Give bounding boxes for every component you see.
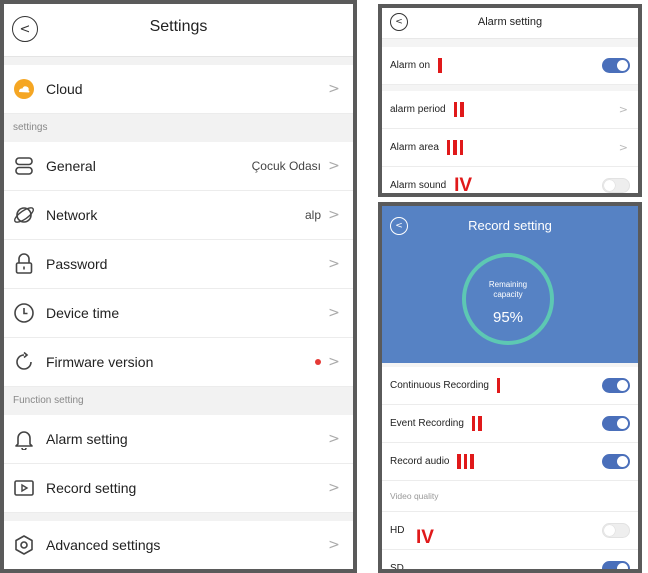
settings-header: < Settings [4,4,353,57]
lock-icon [13,253,35,275]
update-dot [315,359,321,365]
marker-III [446,140,467,155]
alarm-header: < Alarm setting [382,8,638,39]
device-time-label: Device time [46,305,120,321]
alarm-on-label: Alarm on [390,60,431,71]
chevron-right-icon: > [618,103,628,116]
network-row[interactable]: Network alp > [4,191,353,240]
general-list-icon [13,155,35,177]
marker-II [471,416,485,431]
record-audio-label: Record audio [390,456,450,467]
spacer [382,39,638,47]
event-recording-label: Event Recording [390,418,464,429]
continuous-recording-row[interactable]: Continuous Recording [382,367,638,405]
alarm-setting-label: Alarm setting [46,431,128,447]
network-value: alp [304,208,321,222]
record-audio-row[interactable]: Record audio [382,443,638,481]
cloud-row[interactable]: Cloud > [4,65,353,114]
general-value: Çocuk Odası [251,159,321,173]
chevron-right-icon: > [328,256,340,272]
clock-icon [13,302,35,324]
advanced-label: Advanced settings [46,537,161,553]
bell-icon [13,428,35,450]
alarm-on-row[interactable]: Alarm on [382,47,638,85]
marker-IV: IV [416,527,434,548]
alarm-on-toggle[interactable] [602,58,630,73]
settings-panel: < Settings Cloud > settings General Çocu… [0,0,357,573]
hd-toggle[interactable] [602,523,630,538]
marker-II [453,102,467,117]
alarm-title: Alarm setting [477,16,543,28]
remaining-label-1: Remaining [488,280,528,289]
alarm-setting-panel: < Alarm setting Alarm on alarm period > … [378,4,642,197]
firmware-label: Firmware version [46,354,154,370]
capacity-ring: Remaining capacity 95% [462,253,554,345]
password-label: Password [46,256,108,272]
advanced-settings-row[interactable]: Advanced settings > [4,521,353,569]
password-row[interactable]: Password > [4,240,353,289]
hd-label: HD [390,525,405,536]
spacer [4,513,353,521]
sd-label: SD [390,563,404,573]
sd-toggle[interactable] [602,561,630,569]
general-label: General [46,158,96,174]
alarm-period-label: alarm period [390,104,446,115]
sd-row[interactable]: SD [382,550,638,573]
event-recording-toggle[interactable] [602,416,630,431]
network-label: Network [46,207,98,223]
chevron-right-icon: > [328,207,340,223]
spacer [4,57,353,65]
chevron-right-icon: > [328,537,340,553]
chevron-right-icon: > [328,158,340,174]
chevron-right-icon: > [328,354,340,370]
alarm-setting-row[interactable]: Alarm setting > [4,415,353,464]
record-audio-toggle[interactable] [602,454,630,469]
continuous-recording-toggle[interactable] [602,378,630,393]
page-title: Settings [149,18,208,35]
chevron-right-icon: > [328,431,340,447]
cloud-icon [13,78,35,100]
marker-I [438,58,445,73]
event-recording-row[interactable]: Event Recording [382,405,638,443]
continuous-recording-label: Continuous Recording [390,380,489,391]
refresh-icon [13,351,35,373]
record-header: < Record setting Remaining capacity 95% [382,206,638,363]
section-settings: settings [4,114,353,142]
alarm-area-label: Alarm area [390,142,439,153]
chevron-right-icon: > [328,480,340,496]
cloud-label: Cloud [46,81,83,97]
chevron-right-icon: > [618,141,628,154]
section-function: Function setting [4,387,353,415]
video-quality-header: Video quality [382,481,638,512]
alarm-area-row[interactable]: Alarm area > [382,129,638,167]
alarm-sound-toggle[interactable] [602,178,630,193]
record-setting-panel: < Record setting Remaining capacity 95% … [378,202,642,573]
record-setting-row[interactable]: Record setting > [4,464,353,513]
alarm-sound-row[interactable]: Alarm sound IV [382,167,638,196]
remaining-label-2: capacity [493,290,523,299]
record-setting-label: Record setting [46,480,137,496]
general-row[interactable]: General Çocuk Odası > [4,142,353,191]
record-title: Record setting [468,218,552,233]
play-box-icon [13,477,35,499]
hexagon-gear-icon [13,534,35,556]
chevron-right-icon: > [328,81,340,97]
chevron-right-icon: > [328,305,340,321]
device-time-row[interactable]: Device time > [4,289,353,338]
marker-IV: IV [454,174,473,196]
alarm-period-row[interactable]: alarm period > [382,91,638,129]
marker-I [496,378,504,393]
marker-III [457,454,477,469]
capacity-percent: 95% [492,309,524,326]
firmware-row[interactable]: Firmware version > [4,338,353,387]
network-planet-icon [13,204,35,226]
alarm-sound-label: Alarm sound [390,180,447,191]
